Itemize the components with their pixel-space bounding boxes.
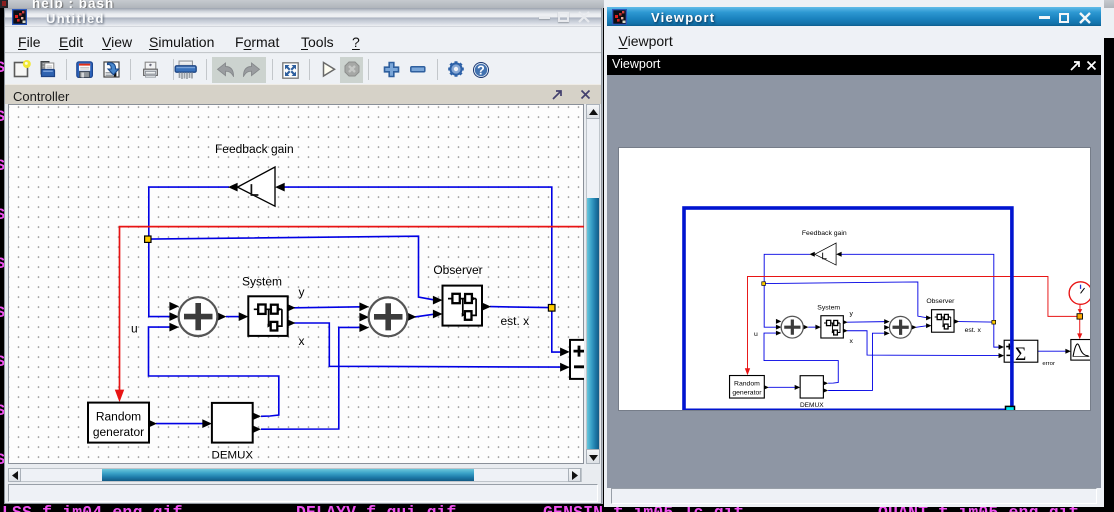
- svg-text:?: ?: [477, 63, 485, 77]
